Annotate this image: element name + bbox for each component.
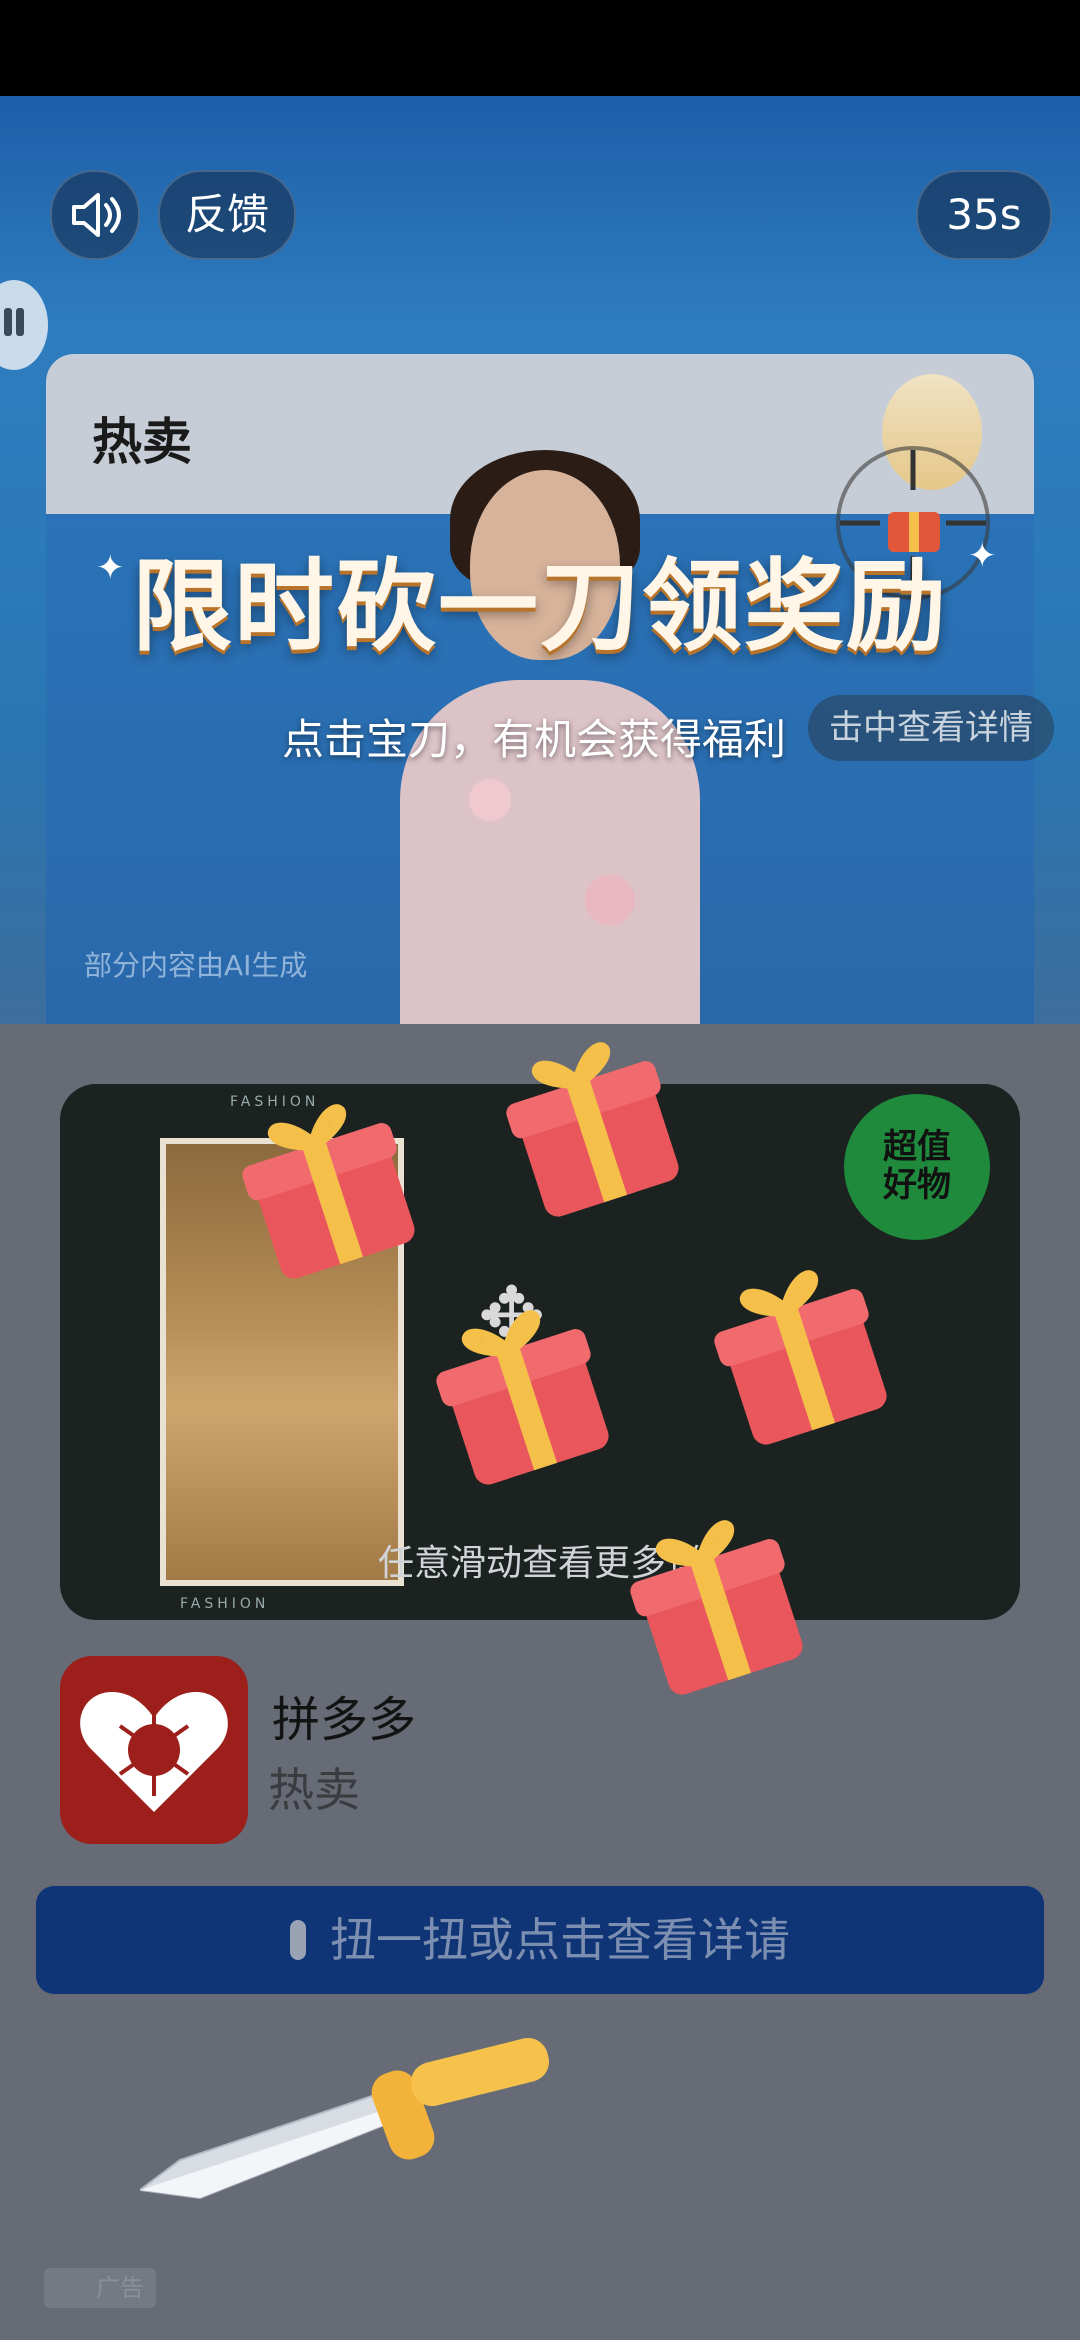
ai-disclaimer: 部分内容由AI生成 — [84, 949, 308, 982]
phone-shake-icon — [290, 1919, 306, 1960]
countdown-timer[interactable]: 35s — [916, 170, 1052, 260]
cta-label: 扭一扭或点击查看详请 — [330, 1913, 790, 1967]
sparkle-icon: ✦ — [968, 536, 997, 576]
gift-icon[interactable] — [618, 1500, 818, 1700]
gift-icon[interactable] — [702, 1250, 902, 1450]
sound-button[interactable] — [50, 170, 140, 260]
status-bar — [0, 0, 1080, 96]
sparkle-icon: ✦ — [96, 548, 125, 588]
view-details-button[interactable]: 扭一扭或点击查看详请 — [36, 1886, 1044, 1994]
gift-icon[interactable] — [230, 1084, 430, 1284]
swipe-hint: 任意滑动查看更多详 — [377, 1543, 702, 1584]
ad-label: 广告 — [44, 2268, 156, 2308]
pause-bar — [4, 308, 12, 336]
hit-detail-pill[interactable]: 击中查看详情 — [808, 695, 1054, 761]
pinduoduo-app-icon[interactable] — [60, 1656, 248, 1844]
heart-logo-icon — [80, 1692, 228, 1812]
app-tag: 热卖 — [268, 1763, 360, 1817]
speaker-icon — [72, 193, 121, 237]
promo-subline: 点击宝刀，有机会获得福利 — [282, 715, 787, 764]
sword-icon[interactable] — [140, 2020, 560, 2220]
promo-headline: 限时砍一刀领奖励 — [132, 548, 948, 665]
pause-bar — [16, 308, 24, 336]
gift-icon[interactable] — [494, 1022, 694, 1222]
gift-icon[interactable] — [424, 1290, 624, 1490]
feedback-button[interactable]: 反馈 — [158, 170, 296, 260]
value-badge: 超值好物 — [844, 1094, 990, 1240]
card-title: 热卖 — [92, 413, 192, 471]
value-badge-text: 超值好物 — [883, 1127, 951, 1205]
fashion-stripe-bottom: FASHION — [180, 1596, 270, 1612]
app-name: 拼多多 — [272, 1692, 417, 1748]
